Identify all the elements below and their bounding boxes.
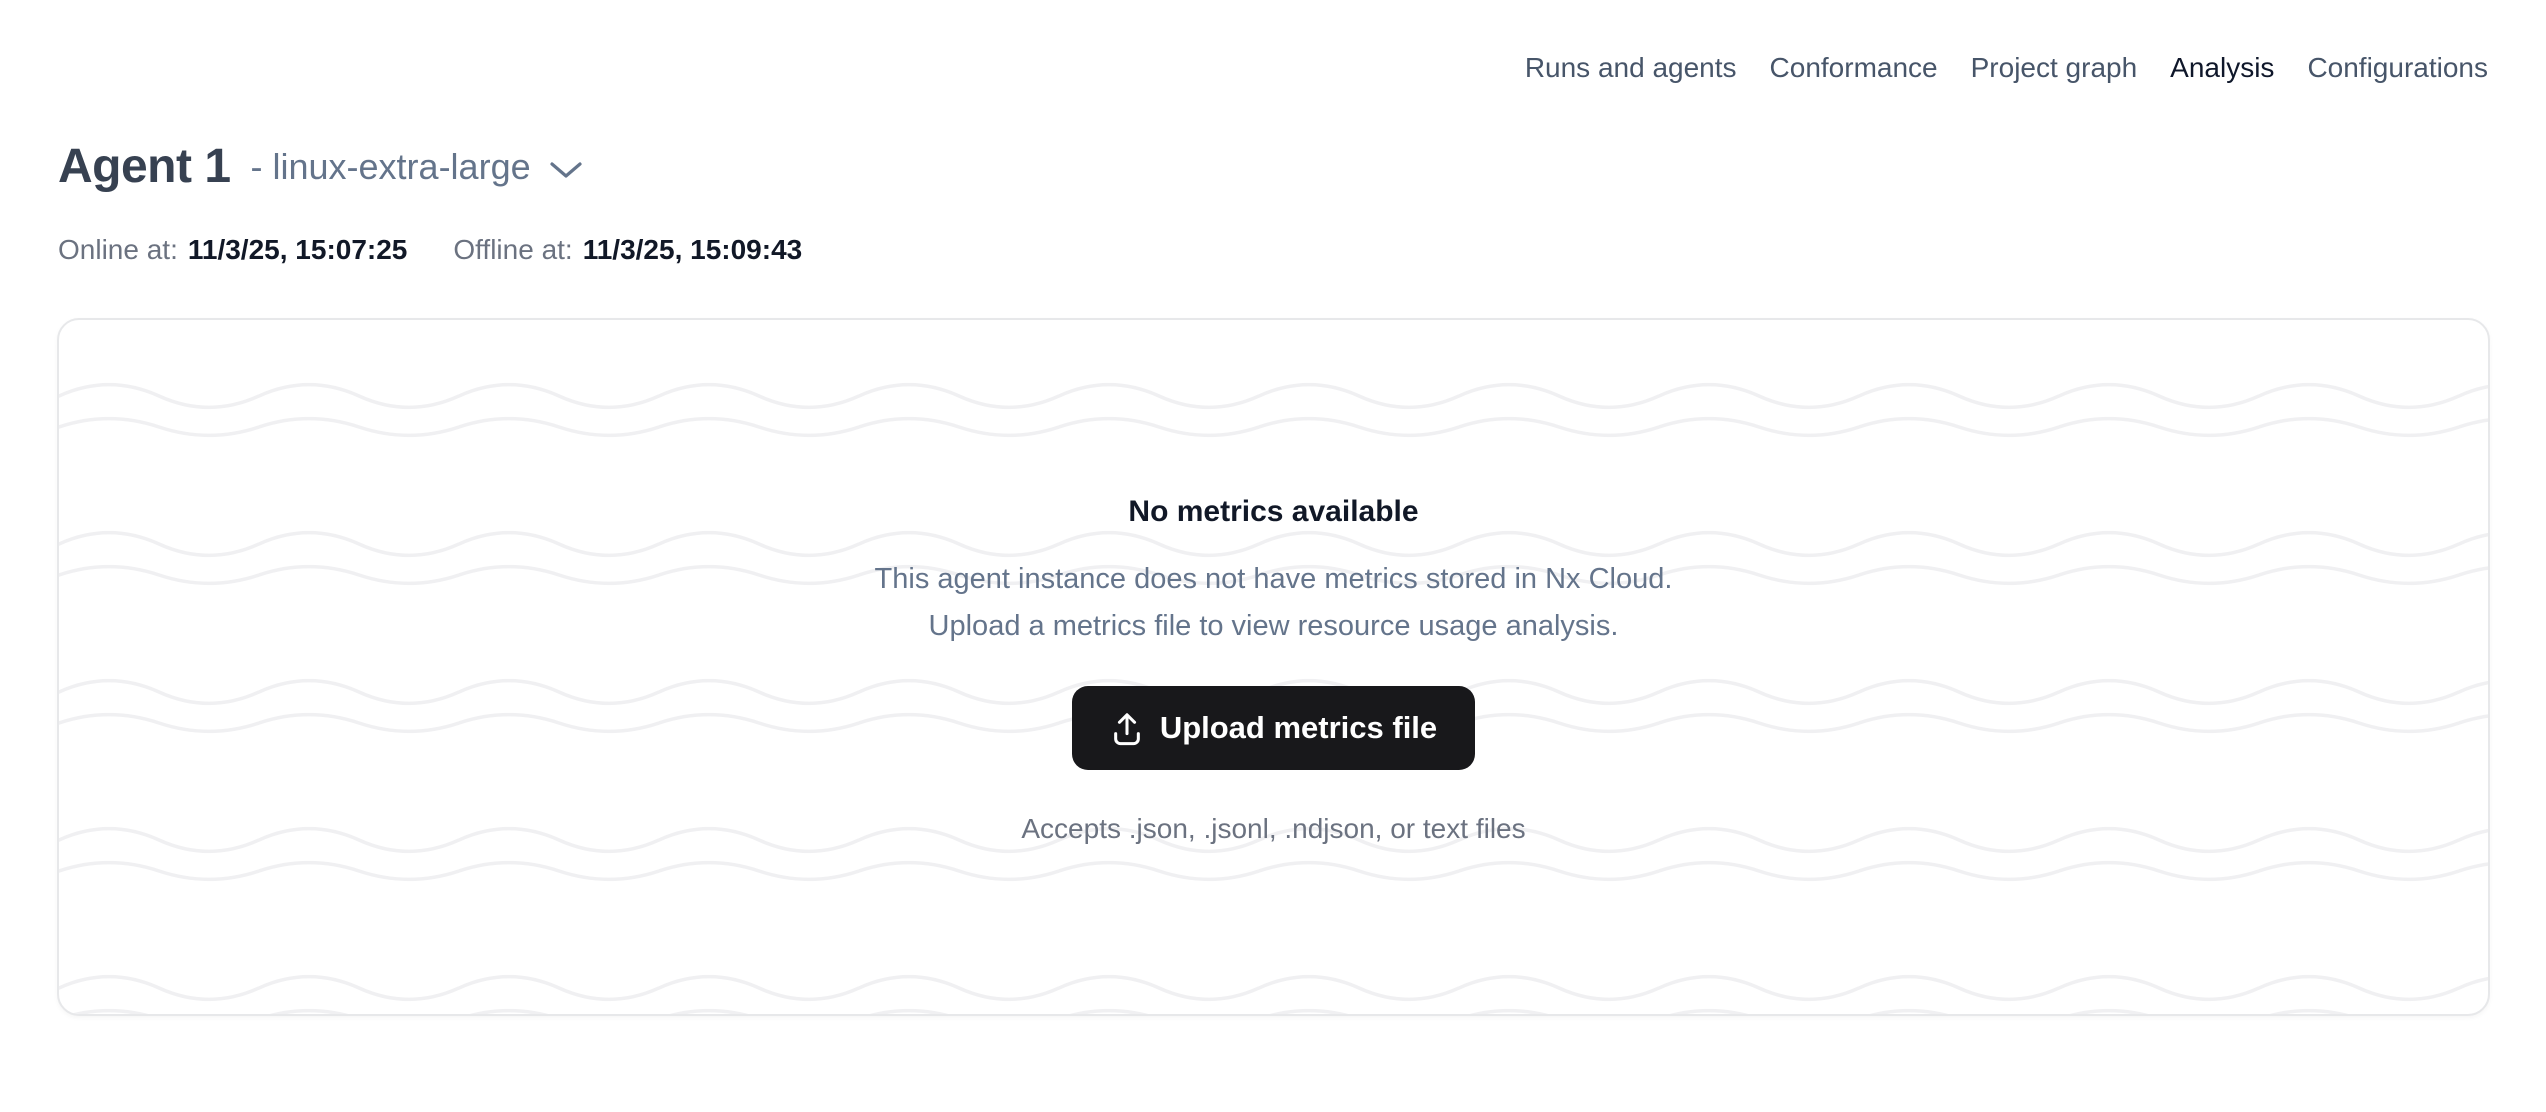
agent-status-row: Online at: 11/3/25, 15:07:25 Offline at:… (58, 233, 802, 267)
online-at-value: 11/3/25, 15:07:25 (188, 233, 408, 267)
offline-at-label: Offline at: (453, 233, 572, 267)
agent-header: Agent 1 - linux-extra-large (58, 138, 583, 196)
empty-state: No metrics available This agent instance… (59, 320, 2488, 1014)
nav-project-graph[interactable]: Project graph (1971, 50, 2138, 86)
chevron-down-icon[interactable] (549, 154, 583, 180)
upload-icon (1110, 708, 1144, 748)
agent-title: Agent 1 (58, 138, 231, 196)
top-navigation: Runs and agents Conformance Project grap… (1525, 50, 2488, 86)
empty-state-description-line2: Upload a metrics file to view resource u… (875, 603, 1673, 650)
online-at-label: Online at: (58, 233, 178, 267)
nav-runs-and-agents[interactable]: Runs and agents (1525, 50, 1737, 86)
offline-at: Offline at: 11/3/25, 15:09:43 (453, 233, 802, 267)
nav-configurations[interactable]: Configurations (2307, 50, 2488, 86)
agent-machine-label: - linux-extra-large (251, 145, 531, 189)
upload-metrics-button[interactable]: Upload metrics file (1072, 686, 1475, 770)
accepted-file-types: Accepts .json, .jsonl, .ndjson, or text … (1021, 812, 1525, 846)
nav-analysis[interactable]: Analysis (2170, 50, 2274, 86)
empty-state-description-line1: This agent instance does not have metric… (875, 556, 1673, 603)
empty-state-description: This agent instance does not have metric… (875, 556, 1673, 650)
online-at: Online at: 11/3/25, 15:07:25 (58, 233, 407, 267)
nav-conformance[interactable]: Conformance (1770, 50, 1938, 86)
upload-button-label: Upload metrics file (1160, 710, 1437, 746)
metrics-card: No metrics available This agent instance… (57, 318, 2490, 1016)
offline-at-value: 11/3/25, 15:09:43 (583, 233, 803, 267)
empty-state-title: No metrics available (1128, 496, 1418, 528)
